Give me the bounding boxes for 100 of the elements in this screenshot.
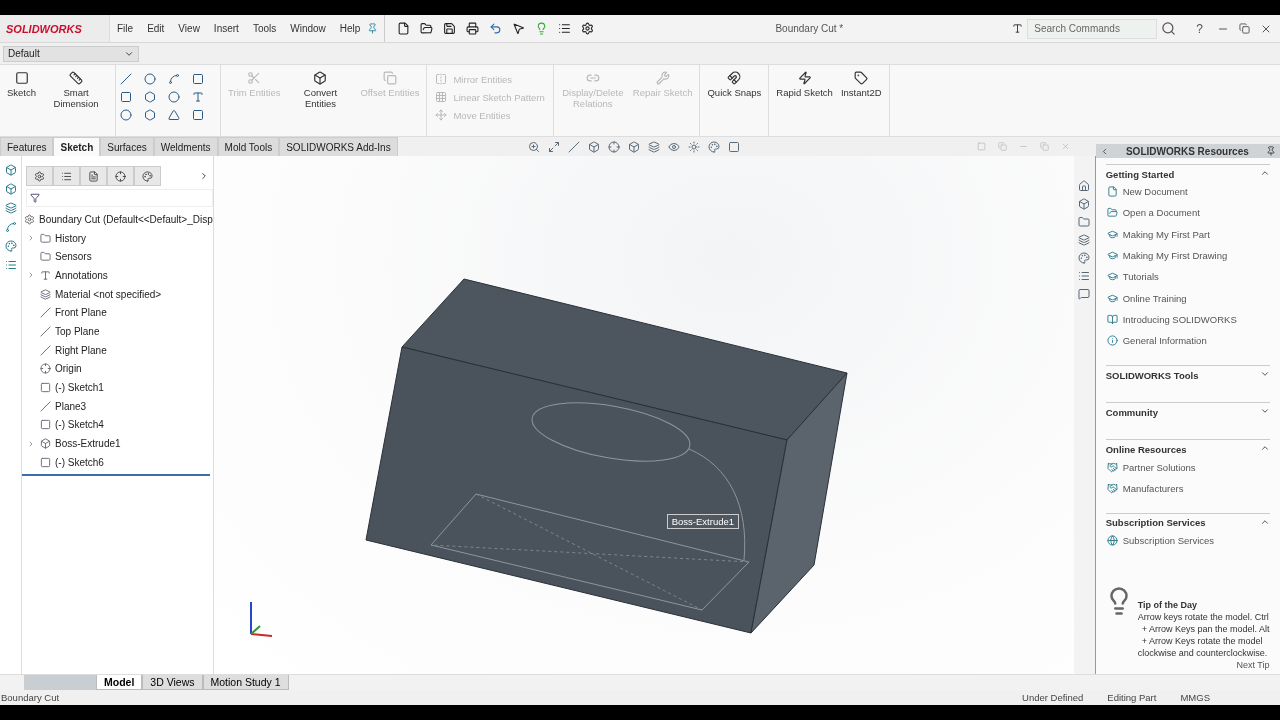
- task-pane-tab-icon[interactable]: [1078, 234, 1091, 246]
- command-tab[interactable]: Surfaces: [100, 137, 154, 156]
- options-list-icon[interactable]: [558, 22, 572, 35]
- tree-item[interactable]: (-) Sketch4: [55, 419, 104, 431]
- panel-icon[interactable]: [4, 164, 17, 176]
- view-tool-icon[interactable]: [727, 140, 740, 153]
- view-tool-icon[interactable]: [587, 140, 600, 153]
- help-button[interactable]: ?: [1196, 21, 1203, 36]
- manager-tab[interactable]: [80, 166, 107, 186]
- tree-item[interactable]: (-) Sketch6: [55, 456, 104, 468]
- search-field[interactable]: Search Commands: [1027, 18, 1158, 39]
- menu-item[interactable]: Window: [283, 23, 333, 34]
- sketch-tool-icon[interactable]: [120, 109, 133, 121]
- view-tool-icon[interactable]: [667, 140, 680, 153]
- resource-link[interactable]: Making My First Part: [1122, 228, 1210, 240]
- open-folder-icon[interactable]: [420, 22, 434, 35]
- toolbar-button[interactable]: Sketch: [4, 69, 40, 101]
- resource-link[interactable]: Open a Document: [1122, 207, 1200, 219]
- resource-link[interactable]: General Information: [1122, 335, 1207, 347]
- task-pane-tab-icon[interactable]: [1078, 198, 1091, 210]
- manager-tab[interactable]: [134, 166, 161, 186]
- sketch-tool-icon[interactable]: [120, 91, 133, 103]
- tree-item[interactable]: Sensors: [55, 251, 92, 263]
- task-pane-tab-icon[interactable]: [1078, 288, 1091, 300]
- section-header[interactable]: SOLIDWORKS Tools: [1105, 369, 1199, 381]
- toolbar-button[interactable]: Rapid Sketch: [773, 69, 836, 101]
- pin-icon[interactable]: [367, 23, 379, 34]
- view-tool-icon[interactable]: [527, 140, 540, 153]
- command-tab[interactable]: Weldments: [153, 137, 218, 156]
- section-header[interactable]: Community: [1105, 406, 1158, 418]
- panel-icon[interactable]: [4, 221, 17, 233]
- panel-icon[interactable]: [4, 259, 17, 271]
- view-tool-icon[interactable]: [647, 140, 660, 153]
- command-tab[interactable]: SOLIDWORKS Add-Ins: [279, 137, 398, 156]
- new-document-icon[interactable]: [397, 22, 411, 35]
- view-tool-icon[interactable]: [547, 140, 560, 153]
- toolbar-button[interactable]: Smart Dimension: [41, 69, 112, 112]
- sketch-tool-icon[interactable]: [192, 109, 205, 121]
- tree-item[interactable]: (-) Sketch1: [55, 382, 104, 394]
- panel-icon[interactable]: [4, 240, 17, 252]
- view-tool-icon[interactable]: [607, 140, 620, 153]
- cursor-icon[interactable]: [512, 22, 526, 35]
- command-tab[interactable]: Features: [0, 137, 54, 156]
- view-tool-icon[interactable]: [627, 140, 640, 153]
- resource-link[interactable]: Making My First Drawing: [1122, 250, 1228, 262]
- resource-link[interactable]: Tutorials: [1122, 271, 1159, 283]
- tree-item[interactable]: Plane3: [55, 400, 87, 412]
- task-pane-tab-icon[interactable]: [1078, 180, 1091, 192]
- panel-icon[interactable]: [4, 183, 17, 195]
- sketch-tool-icon[interactable]: [192, 73, 205, 85]
- sketch-tool-icon[interactable]: [144, 109, 157, 121]
- menu-item[interactable]: File: [110, 23, 141, 34]
- task-pane-tab-icon[interactable]: [1078, 270, 1091, 282]
- tree-item[interactable]: Top Plane: [55, 325, 100, 337]
- menu-item[interactable]: Tools: [245, 23, 284, 34]
- view-tool-icon[interactable]: [687, 140, 700, 153]
- manager-tab[interactable]: [53, 166, 80, 186]
- resource-link[interactable]: Online Training: [1122, 292, 1187, 304]
- sketch-tool-icon[interactable]: [144, 73, 157, 85]
- resource-link[interactable]: New Document: [1122, 186, 1188, 198]
- tree-item[interactable]: Annotations: [55, 269, 108, 281]
- sketch-tool-icon[interactable]: [120, 73, 133, 85]
- resource-link[interactable]: Partner Solutions: [1122, 461, 1196, 473]
- tree-item[interactable]: Material <not specified>: [55, 288, 162, 300]
- tree-item[interactable]: Boundary Cut (Default<<Default>_Disp: [39, 213, 213, 225]
- section-header[interactable]: Online Resources: [1105, 443, 1187, 455]
- toolbar-button[interactable]: Quick Snaps: [704, 69, 765, 101]
- tree-item[interactable]: Front Plane: [55, 307, 107, 319]
- next-tip-link[interactable]: Next Tip: [1236, 660, 1270, 670]
- panel-icon[interactable]: [4, 202, 17, 214]
- resource-link[interactable]: Subscription Services: [1122, 535, 1215, 547]
- sketch-tool-icon[interactable]: [168, 91, 181, 103]
- tile-icon[interactable]: [977, 142, 986, 151]
- menu-item[interactable]: View: [171, 23, 207, 34]
- bottom-tab[interactable]: Model: [96, 675, 143, 690]
- restore-icon[interactable]: [1239, 23, 1250, 34]
- tree-item[interactable]: History: [55, 232, 87, 244]
- undo-icon[interactable]: [489, 22, 503, 35]
- section-header[interactable]: Subscription Services: [1105, 517, 1206, 529]
- sketch-tool-icon[interactable]: [168, 73, 181, 85]
- menu-item[interactable]: Help: [332, 23, 368, 34]
- menu-item[interactable]: Insert: [206, 23, 246, 34]
- tree-item[interactable]: Right Plane: [55, 344, 107, 356]
- manager-tab[interactable]: [107, 166, 134, 186]
- command-tab[interactable]: Mold Tools: [217, 137, 280, 156]
- filter-field[interactable]: [26, 189, 213, 207]
- sketch-tool-icon[interactable]: [168, 109, 181, 121]
- menu-item[interactable]: Edit: [140, 23, 172, 34]
- tree-item[interactable]: Boss-Extrude1: [55, 438, 121, 450]
- task-pane-tab-icon[interactable]: [1078, 216, 1091, 228]
- resource-link[interactable]: Introducing SOLIDWORKS: [1122, 313, 1237, 325]
- tree-item[interactable]: Origin: [55, 363, 82, 375]
- toolbar-button[interactable]: Instant2D: [837, 69, 885, 101]
- toolbar-button[interactable]: Convert Entities: [285, 69, 356, 112]
- status-units[interactable]: MMGS: [1168, 692, 1280, 703]
- search-icon[interactable]: [1161, 21, 1177, 36]
- section-header[interactable]: Getting Started: [1105, 168, 1175, 180]
- resource-link[interactable]: Manufacturers: [1122, 482, 1184, 494]
- view-tool-icon[interactable]: [567, 140, 580, 153]
- printer-icon[interactable]: [466, 22, 480, 35]
